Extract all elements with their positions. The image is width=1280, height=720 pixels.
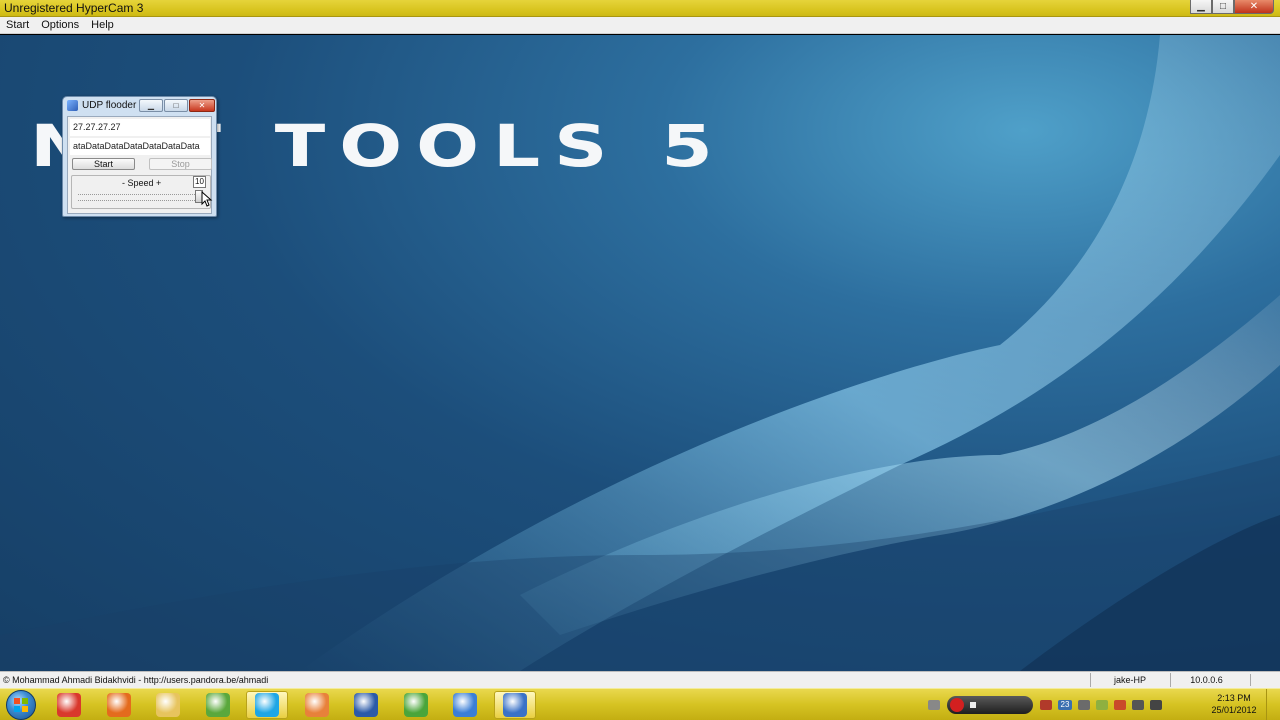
status-bar: © Mohammad Ahmadi Bidakhvidi - http://us… [0,671,1280,688]
tray-badge-icon[interactable]: 23 [1058,700,1072,710]
close-button[interactable]: ✕ [1234,0,1274,14]
taskbar-button-chrome[interactable] [48,691,90,719]
mouse-cursor-icon [201,191,213,207]
network-tool-icon [206,693,230,717]
udp-title-bar[interactable]: UDP flooder ▁ □ ✕ [63,97,216,115]
windows-orb-icon[interactable] [6,690,36,720]
tray-shield-icon[interactable] [1096,700,1108,710]
taskbar-button-media-player[interactable] [296,691,338,719]
windows-logo-icon [14,698,28,712]
speed-value-display: 10 [193,176,206,188]
network-signal-icon[interactable] [1078,700,1090,710]
udp-close-button[interactable]: ✕ [189,99,215,112]
clock-time: 2:13 PM [1217,693,1251,703]
taskbar-button-itunes[interactable] [444,691,486,719]
speed-group: - Speed + 10 [71,175,211,209]
windows-media-icon [404,693,428,717]
speed-slider-track[interactable] [78,194,203,201]
desktop-background: NET TOOLS 5 UDP flooder ▁ □ ✕ 27.27.27.2… [0,35,1280,671]
menu-options[interactable]: Options [35,19,85,31]
host-name: jake-HP [1090,673,1169,687]
resize-grip[interactable] [1250,674,1260,686]
minimize-button[interactable]: ▁ [1190,0,1212,14]
chrome-icon [57,693,81,717]
recording-toolbar[interactable] [947,696,1033,714]
keyboard-icon[interactable] [928,700,940,710]
app-icon [67,100,78,111]
globe-app-icon [503,693,527,717]
udp-flooder-window[interactable]: UDP flooder ▁ □ ✕ 27.27.27.27 ataDataDat… [62,96,217,217]
app-title-bar: Unregistered HyperCam 3 ▁ □ ✕ [0,0,1280,17]
packet-data-input[interactable]: ataDataDataDataDataDataData [70,138,210,155]
udp-client-area: 27.27.27.27 ataDataDataDataDataDataData … [67,116,212,214]
taskbar-button-explorer-folder[interactable] [147,691,189,719]
clock-date: 25/01/2012 [1211,705,1257,715]
stop-button[interactable]: Stop [149,158,212,170]
speed-label: - Speed + [122,178,162,188]
network-icon[interactable] [1132,700,1144,710]
media-player-icon [305,693,329,717]
taskbar: 23 2:13 PM 25/01/2012 [0,688,1280,720]
version-text: 10.0.0.6 [1170,673,1242,687]
taskbar-button-globe-app[interactable] [494,691,536,719]
record-pause-icon[interactable] [950,698,964,712]
word-icon [354,693,378,717]
menu-help[interactable]: Help [85,19,120,31]
maximize-button[interactable]: □ [1212,0,1234,14]
clock[interactable]: 2:13 PM 25/01/2012 [1210,692,1258,716]
volume-icon[interactable] [1150,700,1162,710]
system-tray: 23 [925,693,1165,717]
window-controls: ▁ □ ✕ [1190,0,1274,15]
show-desktop-button[interactable] [1266,689,1280,720]
credit-text: © Mohammad Ahmadi Bidakhvidi - http://us… [3,675,269,685]
tray-app-icon[interactable] [1040,700,1052,710]
taskbar-button-firefox[interactable] [98,691,140,719]
udp-window-title: UDP flooder [82,100,137,111]
window-title: Unregistered HyperCam 3 [4,1,144,15]
udp-maximize-button[interactable]: □ [164,99,188,112]
ip-address-input[interactable]: 27.27.27.27 [70,119,210,136]
taskbar-button-word[interactable] [345,691,387,719]
stop-icon[interactable] [970,702,976,708]
tray-flag-icon[interactable] [1114,700,1126,710]
taskbar-button-windows-media[interactable] [395,691,437,719]
menu-start[interactable]: Start [0,19,35,31]
udp-minimize-button[interactable]: ▁ [139,99,163,112]
menu-bar: Start Options Help [0,17,1280,34]
itunes-icon [453,693,477,717]
taskbar-button-skype[interactable] [246,691,288,719]
explorer-folder-icon [156,693,180,717]
skype-icon [255,693,279,717]
start-button[interactable]: Start [72,158,135,170]
firefox-icon [107,693,131,717]
taskbar-button-network-tool[interactable] [197,691,239,719]
